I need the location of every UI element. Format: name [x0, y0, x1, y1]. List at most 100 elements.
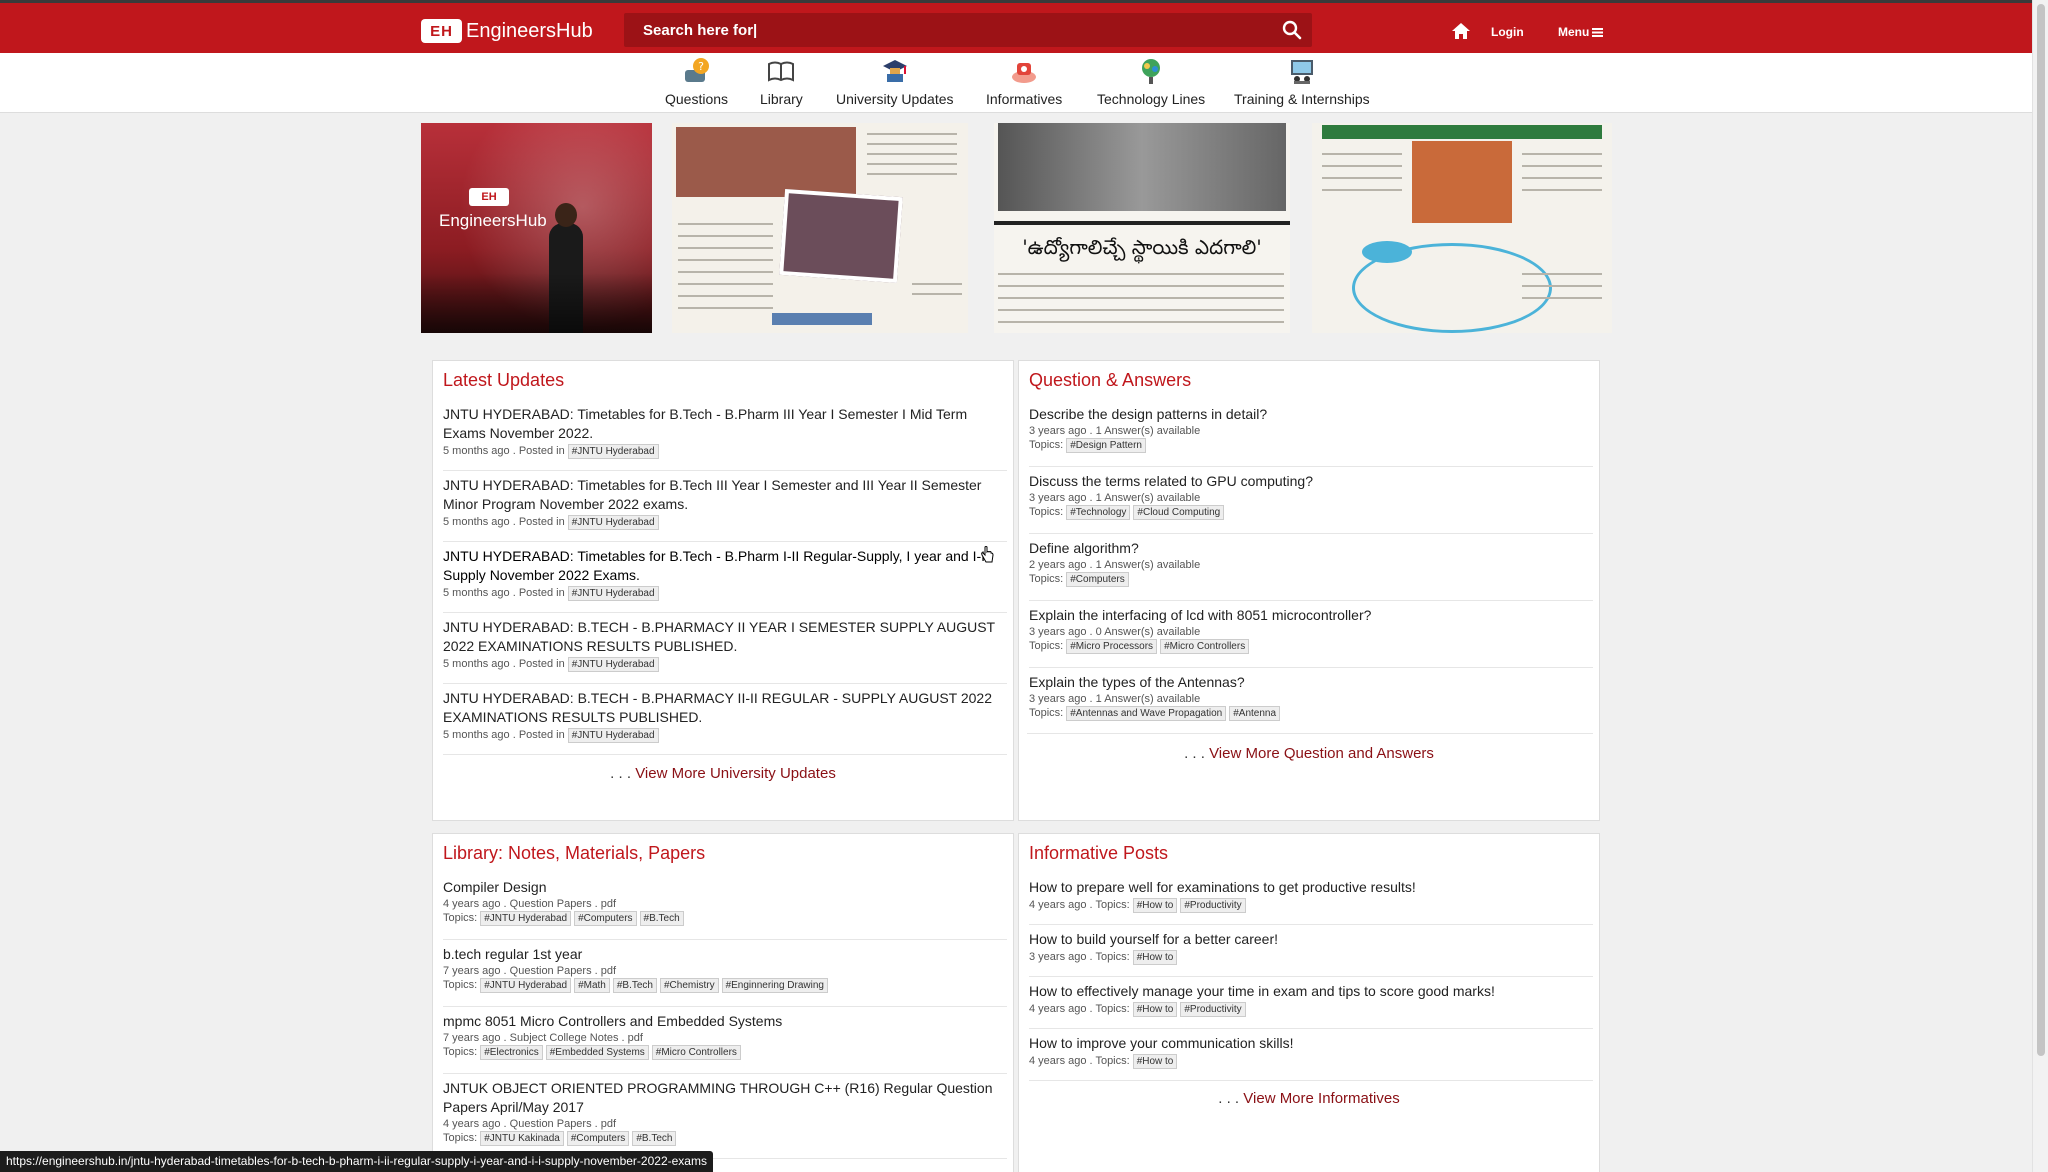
- informative-item[interactable]: How to prepare well for examinations to …: [1029, 878, 1593, 925]
- topic-tag[interactable]: #B.Tech: [639, 911, 684, 926]
- topic-tag[interactable]: #Computers: [1066, 572, 1129, 587]
- topic-tag[interactable]: #Productivity: [1180, 898, 1246, 913]
- scrollbar-thumb[interactable]: [2037, 4, 2045, 1056]
- book-icon: [768, 61, 795, 82]
- topic-tag[interactable]: #Embedded Systems: [545, 1045, 649, 1060]
- status-bar-url: https://engineershub.in/jntu-hyderabad-t…: [0, 1151, 713, 1172]
- update-title[interactable]: JNTU HYDERABAD: Timetables for B.Tech - …: [443, 547, 1007, 585]
- topic-tag[interactable]: #Electronics: [480, 1045, 543, 1060]
- nav-questions[interactable]: ? Questions: [665, 57, 728, 107]
- library-item[interactable]: b.tech regular 1st year 7 years ago . Qu…: [443, 945, 1007, 1007]
- banner-event-photo[interactable]: EH EngineersHub: [421, 123, 652, 333]
- library-item[interactable]: JNTUK OBJECT ORIENTED PROGRAMMING THROUG…: [443, 1079, 1007, 1159]
- view-more-informatives[interactable]: . . . View More Informatives: [1019, 1090, 1599, 1107]
- informative-title[interactable]: How to improve your communication skills…: [1029, 1034, 1593, 1053]
- site-logo[interactable]: EH EngineersHub: [421, 19, 593, 43]
- topic-tag[interactable]: #JNTU Hyderabad: [567, 444, 659, 459]
- banner-newspaper-clipping-1[interactable]: [672, 123, 968, 333]
- informative-item[interactable]: How to effectively manage your time in e…: [1029, 982, 1593, 1029]
- panel-title: Library: Notes, Materials, Papers: [443, 843, 706, 863]
- topic-tag[interactable]: #Micro Processors: [1066, 639, 1158, 654]
- informative-title[interactable]: How to effectively manage your time in e…: [1029, 982, 1593, 1001]
- topic-tag[interactable]: #JNTU Hyderabad: [567, 657, 659, 672]
- topic-tag[interactable]: #JNTU Hyderabad: [567, 728, 659, 743]
- topic-tag[interactable]: #Computers: [566, 1131, 630, 1146]
- view-more-university-updates[interactable]: . . . View More University Updates: [433, 765, 1013, 782]
- topic-tag[interactable]: #Enginnering Drawing: [721, 978, 828, 993]
- topic-tag[interactable]: #B.Tech: [632, 1131, 677, 1146]
- nav-training-internships[interactable]: Training & Internships: [1234, 57, 1370, 107]
- topic-tag[interactable]: #Computers: [574, 911, 637, 926]
- question-title[interactable]: Describe the design patterns in detail?: [1029, 405, 1593, 424]
- nav-university-updates[interactable]: University Updates: [836, 57, 954, 107]
- library-item[interactable]: mpmc 8051 Micro Controllers and Embedded…: [443, 1012, 1007, 1074]
- topic-tag[interactable]: #B.Tech: [612, 978, 657, 993]
- topic-tag[interactable]: #Productivity: [1180, 1002, 1246, 1017]
- question-title[interactable]: Explain the interfacing of lcd with 8051…: [1029, 606, 1593, 625]
- topic-tag[interactable]: #JNTU Hyderabad: [480, 911, 572, 926]
- topic-tag[interactable]: #How to: [1132, 1002, 1178, 1017]
- update-item[interactable]: JNTU HYDERABAD: B.TECH - B.PHARMACY II Y…: [443, 618, 1007, 684]
- question-title[interactable]: Define algorithm?: [1029, 539, 1593, 558]
- update-item[interactable]: JNTU HYDERABAD: Timetables for B.Tech II…: [443, 476, 1007, 542]
- topic-tag[interactable]: #Micro Controllers: [1160, 639, 1250, 654]
- search-icon[interactable]: [1282, 20, 1302, 40]
- question-title[interactable]: Explain the types of the Antennas?: [1029, 673, 1593, 692]
- topic-tag[interactable]: #How to: [1132, 1054, 1178, 1069]
- informative-item[interactable]: How to build yourself for a better caree…: [1029, 930, 1593, 977]
- nav-informatives[interactable]: Informatives: [986, 57, 1062, 107]
- topic-tag[interactable]: #Micro Controllers: [651, 1045, 741, 1060]
- question-item[interactable]: Discuss the terms related to GPU computi…: [1029, 472, 1593, 534]
- library-title[interactable]: mpmc 8051 Micro Controllers and Embedded…: [443, 1012, 1007, 1031]
- topic-tag[interactable]: #JNTU Hyderabad: [567, 586, 659, 601]
- banner-newspaper-clipping-2[interactable]: 'ఉద్యోగాలిచ్చే స్థాయికి ఎదగాలి': [994, 123, 1290, 333]
- nav-library[interactable]: Library: [760, 57, 803, 107]
- topic-tag[interactable]: #Cloud Computing: [1133, 505, 1225, 520]
- topic-tag[interactable]: #How to: [1132, 898, 1178, 913]
- update-title[interactable]: JNTU HYDERABAD: B.TECH - B.PHARMACY II Y…: [443, 618, 1007, 656]
- update-item[interactable]: JNTU HYDERABAD: B.TECH - B.PHARMACY II-I…: [443, 689, 1007, 755]
- home-icon[interactable]: [1451, 22, 1471, 40]
- topic-tag[interactable]: #Antennas and Wave Propagation: [1066, 706, 1227, 721]
- vertical-scrollbar[interactable]: [2032, 0, 2048, 1172]
- topic-tag[interactable]: #Antenna: [1229, 706, 1281, 721]
- library-title[interactable]: b.tech regular 1st year: [443, 945, 1007, 964]
- view-more-question-answers[interactable]: . . . View More Question and Answers: [1019, 745, 1599, 762]
- update-title[interactable]: JNTU HYDERABAD: Timetables for B.Tech II…: [443, 476, 1007, 514]
- banner-newspaper-clipping-3[interactable]: [1312, 123, 1612, 333]
- training-icon: [1290, 60, 1313, 84]
- top-bar: EH EngineersHub Login Menu: [0, 0, 2032, 53]
- informative-title[interactable]: How to prepare well for examinations to …: [1029, 878, 1593, 897]
- technology-icon: [1142, 59, 1161, 84]
- update-title[interactable]: JNTU HYDERABAD: Timetables for B.Tech - …: [443, 405, 1007, 443]
- question-item[interactable]: Explain the types of the Antennas? 3 yea…: [1029, 673, 1593, 735]
- topic-tag[interactable]: #Chemistry: [660, 978, 719, 993]
- update-title[interactable]: JNTU HYDERABAD: B.TECH - B.PHARMACY II-I…: [443, 689, 1007, 727]
- library-title[interactable]: JNTUK OBJECT ORIENTED PROGRAMMING THROUG…: [443, 1079, 1007, 1117]
- question-title[interactable]: Discuss the terms related to GPU computi…: [1029, 472, 1593, 491]
- informative-item[interactable]: How to improve your communication skills…: [1029, 1034, 1593, 1081]
- nav-technology-lines[interactable]: Technology Lines: [1097, 57, 1205, 107]
- question-item[interactable]: Explain the interfacing of lcd with 8051…: [1029, 606, 1593, 668]
- question-item[interactable]: Define algorithm? 2 years ago . 1 Answer…: [1029, 539, 1593, 601]
- topic-tag[interactable]: #JNTU Kakinada: [480, 1131, 564, 1146]
- topic-tag[interactable]: #Technology: [1066, 505, 1131, 520]
- login-link[interactable]: Login: [1491, 25, 1524, 39]
- logo-mark: EH: [421, 19, 462, 43]
- library-item[interactable]: Compiler Design 4 years ago . Question P…: [443, 878, 1007, 940]
- nav-label: Technology Lines: [1097, 91, 1206, 107]
- informative-title[interactable]: How to build yourself for a better caree…: [1029, 930, 1593, 949]
- topic-tag[interactable]: #JNTU Hyderabad: [567, 515, 659, 530]
- topic-tag[interactable]: #Design Pattern: [1066, 438, 1146, 453]
- library-title[interactable]: Compiler Design: [443, 878, 1007, 897]
- update-item[interactable]: JNTU HYDERABAD: Timetables for B.Tech - …: [443, 547, 1007, 613]
- update-item[interactable]: JNTU HYDERABAD: Timetables for B.Tech - …: [443, 405, 1007, 471]
- menu-button[interactable]: Menu: [1558, 25, 1604, 39]
- topic-tag[interactable]: #How to: [1132, 950, 1178, 965]
- topic-tag[interactable]: #JNTU Hyderabad: [480, 978, 572, 993]
- nav-label: Library: [760, 91, 803, 107]
- clipping-headline: 'ఉద్యోగాలిచ్చే స్థాయికి ఎదగాలి': [1022, 235, 1262, 259]
- question-item[interactable]: Describe the design patterns in detail? …: [1029, 405, 1593, 467]
- topic-tag[interactable]: #Math: [574, 978, 610, 993]
- search-input[interactable]: [624, 13, 1264, 47]
